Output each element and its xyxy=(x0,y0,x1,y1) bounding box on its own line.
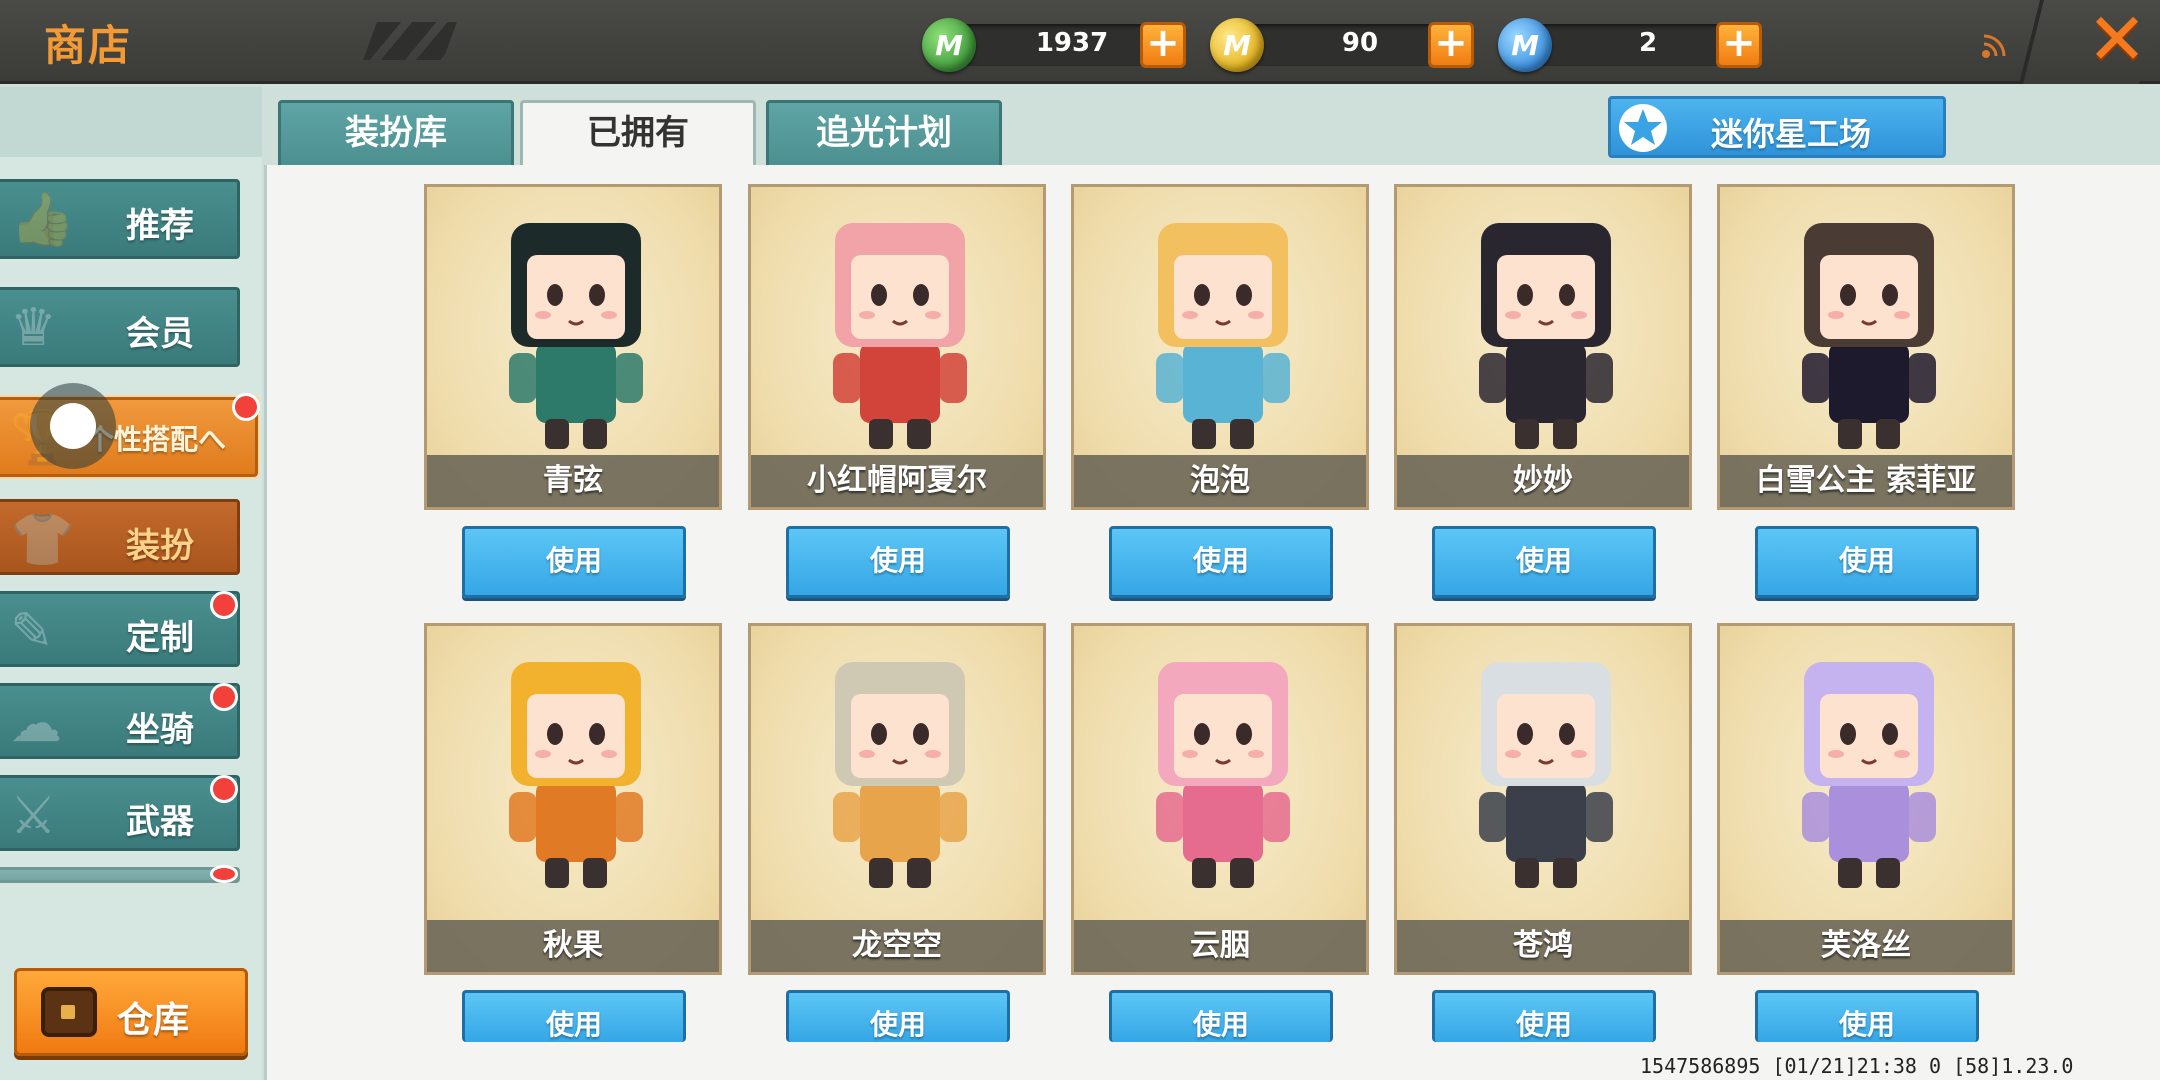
warehouse-button[interactable]: 仓库 xyxy=(14,968,248,1056)
outfit-card[interactable]: 秋果 xyxy=(424,623,722,975)
pistol-icon: ⚔ xyxy=(10,786,57,846)
mini-star-workshop-label: 迷你星工场 xyxy=(1711,115,1872,153)
outfit-name: 小红帽阿夏尔 xyxy=(807,463,987,498)
mini-star-workshop-button[interactable]: 迷你星工场 xyxy=(1608,96,1946,158)
character-figure xyxy=(1156,223,1290,449)
use-button[interactable]: 使用 xyxy=(786,990,1010,1042)
crown-icon: ♛ xyxy=(10,298,57,358)
add-blue-currency-button[interactable]: + xyxy=(1716,22,1762,68)
floating-toggle-button[interactable] xyxy=(30,383,116,469)
outfit-card[interactable]: 龙空空 xyxy=(748,623,1046,975)
sidebar-item-label: 坐骑 xyxy=(126,710,194,750)
outfit-card[interactable]: 芙洛丝 xyxy=(1717,623,2015,975)
sidebar-item-label: 装扮 xyxy=(126,526,194,566)
currency-green: M 1937 + xyxy=(922,18,1212,72)
character-figure xyxy=(1802,662,1936,888)
sidebar-item-recommend[interactable]: 👍 推荐 xyxy=(0,179,240,259)
notification-dot xyxy=(210,683,238,711)
use-button[interactable]: 使用 xyxy=(1432,990,1656,1042)
notification-dot xyxy=(210,591,238,619)
outfit-name: 苍鸿 xyxy=(1513,928,1573,963)
character-figure xyxy=(509,662,643,888)
shirt-icon: 👕 xyxy=(10,510,75,570)
outfit-name: 青弦 xyxy=(543,463,603,498)
currency-blue: M 2 + xyxy=(1498,18,1788,72)
add-green-currency-button[interactable]: + xyxy=(1140,22,1186,68)
use-button[interactable]: 使用 xyxy=(1109,990,1333,1042)
outfit-card[interactable]: 苍鸿 xyxy=(1394,623,1692,975)
saddle-icon: ☁ xyxy=(10,694,62,754)
warehouse-label: 仓库 xyxy=(117,1000,190,1041)
character-figure xyxy=(833,223,967,449)
sidebar-item-label: 推荐 xyxy=(126,206,194,246)
currency-value: 2 xyxy=(1638,28,1658,58)
top-bar: 商店 M 1937 + M 90 + M 2 + ✕ xyxy=(0,0,2160,84)
green-gem-icon: M xyxy=(922,18,976,72)
character-figure xyxy=(1479,223,1613,449)
outfit-card[interactable]: 白雪公主 索菲亚 xyxy=(1717,184,2015,510)
currency-value: 90 xyxy=(1341,28,1379,58)
outfit-name: 云胭 xyxy=(1190,928,1250,963)
character-figure xyxy=(833,662,967,888)
outfit-name: 芙洛丝 xyxy=(1821,928,1911,963)
outfit-name: 白雪公主 索菲亚 xyxy=(1755,463,1977,498)
sidebar-item-partial[interactable] xyxy=(0,867,240,883)
tab-chase-light-plan[interactable]: 追光计划 xyxy=(766,100,1002,166)
tab-outfit-library[interactable]: 装扮库 xyxy=(278,100,514,166)
use-button[interactable]: 使用 xyxy=(1109,526,1333,598)
outfit-name: 泡泡 xyxy=(1190,463,1250,498)
sidebar-item-weapon[interactable]: ⚔ 武器 xyxy=(0,775,240,851)
notification-dot xyxy=(232,393,260,421)
outfit-name: 秋果 xyxy=(543,928,603,963)
gold-coin-icon: M xyxy=(1210,18,1264,72)
currency-value: 1937 xyxy=(1035,28,1109,58)
star-icon xyxy=(1619,104,1667,152)
outfit-card[interactable]: 青弦 xyxy=(424,184,722,510)
character-figure xyxy=(1156,662,1290,888)
outfit-card[interactable]: 云胭 xyxy=(1071,623,1369,975)
add-gold-currency-button[interactable]: + xyxy=(1428,22,1474,68)
page-title: 商店 xyxy=(44,21,133,70)
sidebar-item-outfit[interactable]: 👕 装扮 xyxy=(0,499,240,575)
sidebar-item-customize[interactable]: ✎ 定制 xyxy=(0,591,240,667)
thumbs-up-icon: 👍 xyxy=(10,190,75,250)
blue-coin-icon: M xyxy=(1498,18,1552,72)
use-button[interactable]: 使用 xyxy=(462,526,686,598)
tab-owned[interactable]: 已拥有 xyxy=(520,100,756,166)
chest-icon xyxy=(41,987,97,1037)
decorative-stripe xyxy=(363,22,457,60)
use-button[interactable]: 使用 xyxy=(1432,526,1656,598)
brush-icon: ✎ xyxy=(10,602,54,662)
debug-status-line: 1547586895 [01/21]21:38 0 [58]1.23.0 xyxy=(1640,1054,2074,1078)
notification-dot xyxy=(210,775,238,803)
outfit-card[interactable]: 泡泡 xyxy=(1071,184,1369,510)
currency-gold: M 90 + xyxy=(1210,18,1500,72)
use-button[interactable]: 使用 xyxy=(1755,526,1979,598)
sidebar-header xyxy=(0,87,262,157)
sidebar-item-label: 定制 xyxy=(126,618,194,658)
sidebar-item-member[interactable]: ♛ 会员 xyxy=(0,287,240,367)
outfit-card[interactable]: 小红帽阿夏尔 xyxy=(748,184,1046,510)
use-button[interactable]: 使用 xyxy=(786,526,1010,598)
outfit-name: 妙妙 xyxy=(1513,463,1573,498)
outfit-name: 龙空空 xyxy=(852,928,942,963)
sidebar-item-mount[interactable]: ☁ 坐骑 xyxy=(0,683,240,759)
close-icon[interactable]: ✕ xyxy=(2084,3,2150,75)
sidebar-item-label: 武器 xyxy=(126,802,194,842)
sidebar-item-label: 会员 xyxy=(126,314,194,354)
signal-icon xyxy=(1982,34,2006,58)
use-button[interactable]: 使用 xyxy=(1755,990,1979,1042)
character-figure xyxy=(1802,223,1936,449)
use-button[interactable]: 使用 xyxy=(462,990,686,1042)
sidebar: 👍 推荐 ♛ 会员 🏆 个性搭配へ 👕 装扮 ✎ 定制 ☁ 坐骑 ⚔ 武器 xyxy=(0,87,262,1080)
outfit-card[interactable]: 妙妙 xyxy=(1394,184,1692,510)
character-figure xyxy=(1479,662,1613,888)
character-figure xyxy=(509,223,643,449)
notification-dot xyxy=(210,865,238,883)
